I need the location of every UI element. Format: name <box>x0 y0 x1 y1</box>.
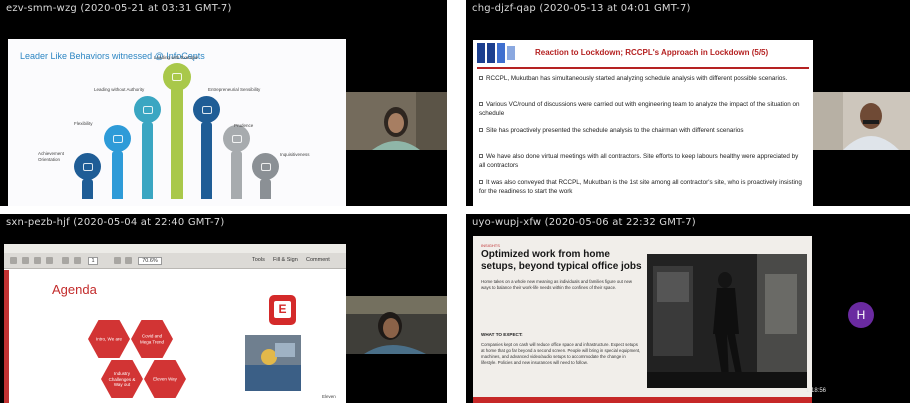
pillar-stem <box>201 122 212 199</box>
agenda-hexagon: Industry Challenges & Way out <box>101 360 143 398</box>
slide-photo <box>647 254 807 388</box>
zoom-field[interactable]: 70.6% <box>138 257 162 265</box>
participant-video <box>813 92 910 150</box>
agenda-hexagon: Covid and Mega Trend <box>131 320 173 358</box>
behavior-label: Prudence <box>234 123 254 128</box>
tile-title: sxn-pezb-hjf (2020-05-04 at 22:40 GMT-7) <box>6 217 225 228</box>
pillar-stem <box>231 151 242 199</box>
behavior-label: Inquisitiveness <box>280 152 310 157</box>
pillar-icon <box>252 153 279 180</box>
company-logo: E <box>269 295 296 325</box>
pillar-stem <box>142 122 153 199</box>
pillar-icon <box>193 96 220 123</box>
comment-button[interactable]: Comment <box>306 257 330 263</box>
behavior-label: Entrepreneurial Sensibility <box>208 87 261 92</box>
pillar-stem <box>82 179 93 199</box>
tile-title: chg-djzf-qap (2020-05-13 at 04:01 GMT-7) <box>472 3 691 14</box>
slide-eyebrow: INSIGHTS <box>481 243 500 248</box>
slide-title: Optimized work from home setups, beyond … <box>481 249 642 272</box>
slide-title: Reaction to Lockdown; RCCPL's Approach i… <box>535 48 769 57</box>
bullet-item: We have also done virtual meetings with … <box>479 153 799 169</box>
shared-slide: INSIGHTS Optimized work from home setups… <box>473 236 812 403</box>
zoom-in-icon[interactable] <box>125 257 132 264</box>
pillar-icon <box>104 125 131 152</box>
fill-sign-button[interactable]: Fill & Sign <box>273 257 298 263</box>
slide-accent <box>4 270 9 403</box>
pillar-stem <box>171 87 183 199</box>
zoom-out-icon[interactable] <box>114 257 121 264</box>
slide-accent <box>473 397 812 403</box>
tile-title: uyo-wupj-xfw (2020-05-06 at 22:32 GMT-7) <box>472 217 696 228</box>
slide-footer: Eleven <box>322 394 336 399</box>
title-rule <box>477 67 809 69</box>
tile-title: ezv-smm-wzg (2020-05-21 at 03:31 GMT-7) <box>6 3 232 14</box>
company-logo <box>477 43 517 65</box>
slide-subheading: WHAT TO EXPECT: <box>481 332 523 337</box>
slide-body: Companies kept on cash will reduce offic… <box>481 342 641 365</box>
pillar-stem <box>260 179 271 199</box>
video-tile-3[interactable]: sxn-pezb-hjf (2020-05-04 at 22:40 GMT-7)… <box>0 214 447 403</box>
participant-video <box>346 92 447 150</box>
participant-video <box>346 296 447 354</box>
video-tile-2[interactable]: chg-djzf-qap (2020-05-13 at 04:01 GMT-7)… <box>466 0 910 206</box>
shared-slide: Leader Like Behaviors witnessed @ InfoCe… <box>8 39 346 206</box>
slide-body: Home takes on a whole new meaning as ind… <box>481 279 632 290</box>
bullet-item: RCCPL, Mukutban has simultaneously start… <box>479 74 805 83</box>
bullet-item: It was also conveyed that RCCPL, Mukutba… <box>479 179 802 195</box>
video-tile-4[interactable]: uyo-wupj-xfw (2020-05-06 at 22:32 GMT-7)… <box>466 214 910 403</box>
save-icon[interactable] <box>22 257 29 264</box>
pillar-stem <box>112 151 123 199</box>
next-page-icon[interactable] <box>74 257 81 264</box>
pdf-viewer-window: 1 70.6% Tools Fill & Sign Comment Agenda… <box>4 244 346 403</box>
behavior-label: Leading with Example <box>154 55 199 60</box>
behavior-label: Flexibility <box>74 121 93 126</box>
behavior-label: Achievement Orientation <box>38 151 65 162</box>
tools-button[interactable]: Tools <box>252 257 265 263</box>
participant-avatar: H <box>848 302 874 328</box>
prev-page-icon[interactable] <box>62 257 69 264</box>
pillar-icon <box>134 96 161 123</box>
behavior-label: Leading without Authority <box>94 87 145 92</box>
bullet-item: Site has proactively presented the sched… <box>479 126 805 135</box>
page-number-field[interactable]: 1 <box>88 257 98 265</box>
open-icon[interactable] <box>10 257 17 264</box>
video-tile-1[interactable]: ezv-smm-wzg (2020-05-21 at 03:31 GMT-7) … <box>0 0 447 206</box>
slide-photo <box>245 335 301 391</box>
agenda-hexagon: Eleven Way <box>144 360 186 398</box>
pillar-icon <box>223 125 250 152</box>
shared-slide: Reaction to Lockdown; RCCPL's Approach i… <box>473 40 813 206</box>
slide-title: Agenda <box>52 282 97 297</box>
video-timestamp: 1:18:56 <box>806 388 827 394</box>
print-icon[interactable] <box>34 257 41 264</box>
agenda-hexagon: Intro, We are <box>88 320 130 358</box>
pdf-menu-bar <box>4 244 346 253</box>
pillar-icon <box>74 153 101 180</box>
pillar-icon <box>163 63 191 91</box>
email-icon[interactable] <box>46 257 53 264</box>
pdf-toolbar: 1 70.6% Tools Fill & Sign Comment <box>4 253 346 269</box>
bullet-item: Various VC/round of discussions were car… <box>479 101 800 117</box>
